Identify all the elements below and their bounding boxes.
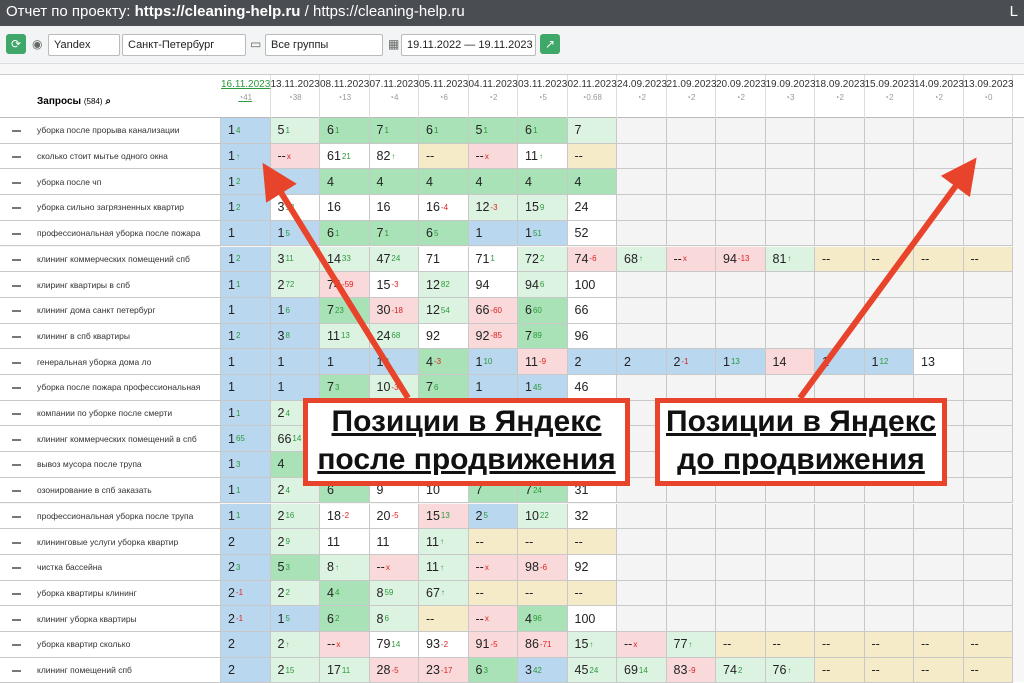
arrows: [262, 157, 977, 400]
callout-before: Позиции в Яндекс до продвижения: [655, 398, 947, 486]
arrow-to-before: [797, 157, 977, 400]
arrow-to-after: [262, 162, 411, 400]
callout-after: Позиции в Яндекс после продвижения: [303, 398, 630, 486]
